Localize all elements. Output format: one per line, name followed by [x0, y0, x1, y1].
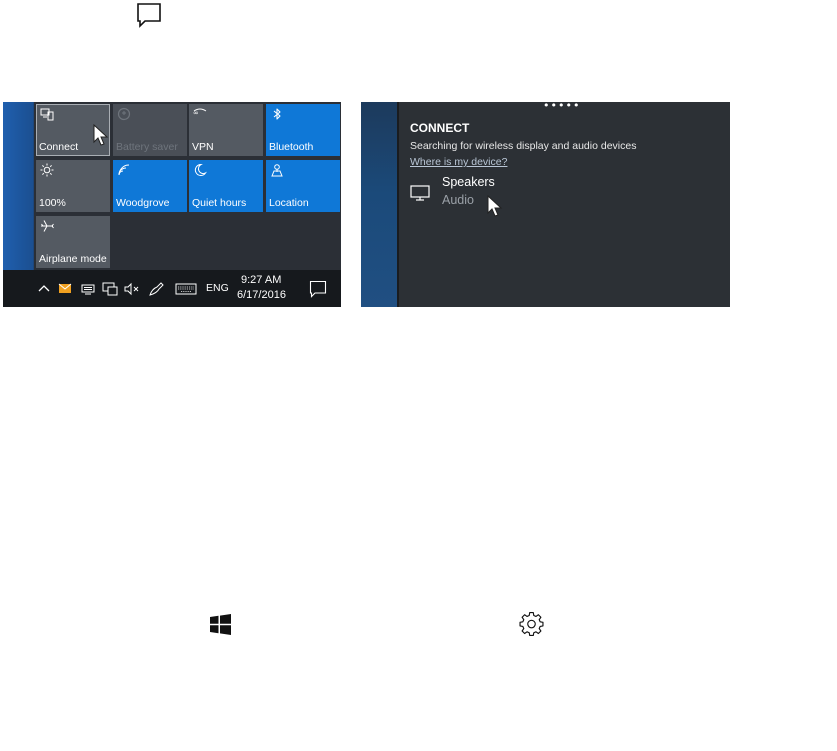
- tile-vpn[interactable]: ∞ VPN: [189, 104, 263, 156]
- flyout-title: CONNECT: [410, 121, 470, 135]
- drag-handle[interactable]: •••••: [543, 102, 580, 111]
- tile-label: VPN: [192, 141, 214, 153]
- brightness-icon: [40, 163, 54, 177]
- location-icon: [271, 164, 283, 177]
- quick-actions-screenshot: Connect Battery saver ∞ VPN Bluetooth 10…: [3, 102, 341, 307]
- clock-time[interactable]: 9:27 AM: [241, 274, 281, 286]
- wifi-icon: [118, 164, 130, 176]
- desktop-background: [361, 102, 399, 307]
- device-type: Audio: [442, 193, 474, 207]
- moon-icon: [194, 163, 207, 176]
- tile-battery-saver[interactable]: Battery saver: [113, 104, 187, 156]
- tile-wifi[interactable]: Woodgrove: [113, 160, 187, 212]
- network-icon[interactable]: [102, 281, 118, 297]
- action-center-icon[interactable]: [309, 280, 327, 298]
- search-status: Searching for wireless display and audio…: [410, 140, 637, 152]
- taskbar: ENG 9:27 AM 6/17/2016: [3, 270, 341, 307]
- tile-label: Quiet hours: [192, 197, 247, 209]
- windows-logo-icon: [210, 614, 231, 635]
- quick-actions-grid: Connect Battery saver ∞ VPN Bluetooth 10…: [34, 102, 341, 270]
- tile-label: 100%: [39, 197, 66, 209]
- pen-icon[interactable]: [148, 281, 166, 297]
- battery-saver-icon: [117, 107, 131, 121]
- action-center-icon[interactable]: [136, 2, 162, 28]
- vpn-icon: ∞: [193, 108, 207, 117]
- tile-label: Bluetooth: [269, 141, 314, 153]
- tile-brightness[interactable]: 100%: [36, 160, 110, 212]
- clock-date[interactable]: 6/17/2016: [237, 289, 286, 301]
- mouse-cursor-icon: [93, 124, 109, 146]
- tile-label: Airplane mode: [39, 253, 107, 265]
- volume-muted-icon[interactable]: [124, 281, 140, 297]
- chevron-up-icon[interactable]: [37, 281, 51, 297]
- tile-label: Connect: [39, 141, 79, 153]
- where-is-my-device-link[interactable]: Where is my device?: [410, 156, 507, 168]
- tile-location[interactable]: Location: [266, 160, 340, 212]
- divider: [397, 102, 399, 307]
- tile-label: Woodgrove: [116, 197, 170, 209]
- connect-flyout-screenshot: ••••• CONNECT Searching for wireless dis…: [361, 102, 730, 307]
- bluetooth-icon: [273, 108, 281, 120]
- mouse-cursor-icon: [487, 195, 503, 217]
- network-folder-icon[interactable]: [80, 281, 96, 297]
- device-name: Speakers: [442, 175, 495, 189]
- keyboard-icon[interactable]: [175, 281, 197, 297]
- tile-airplane-mode[interactable]: Airplane mode: [36, 216, 110, 268]
- gear-icon: [519, 611, 544, 636]
- display-icon: [410, 185, 430, 201]
- input-language[interactable]: ENG: [206, 282, 229, 294]
- tile-bluetooth[interactable]: Bluetooth: [266, 104, 340, 156]
- tile-label: Battery saver: [116, 141, 178, 153]
- airplane-icon: [41, 220, 54, 232]
- connect-icon: [40, 108, 54, 121]
- tile-quiet-hours[interactable]: Quiet hours: [189, 160, 263, 212]
- mail-icon[interactable]: [58, 281, 72, 297]
- tile-label: Location: [269, 197, 309, 209]
